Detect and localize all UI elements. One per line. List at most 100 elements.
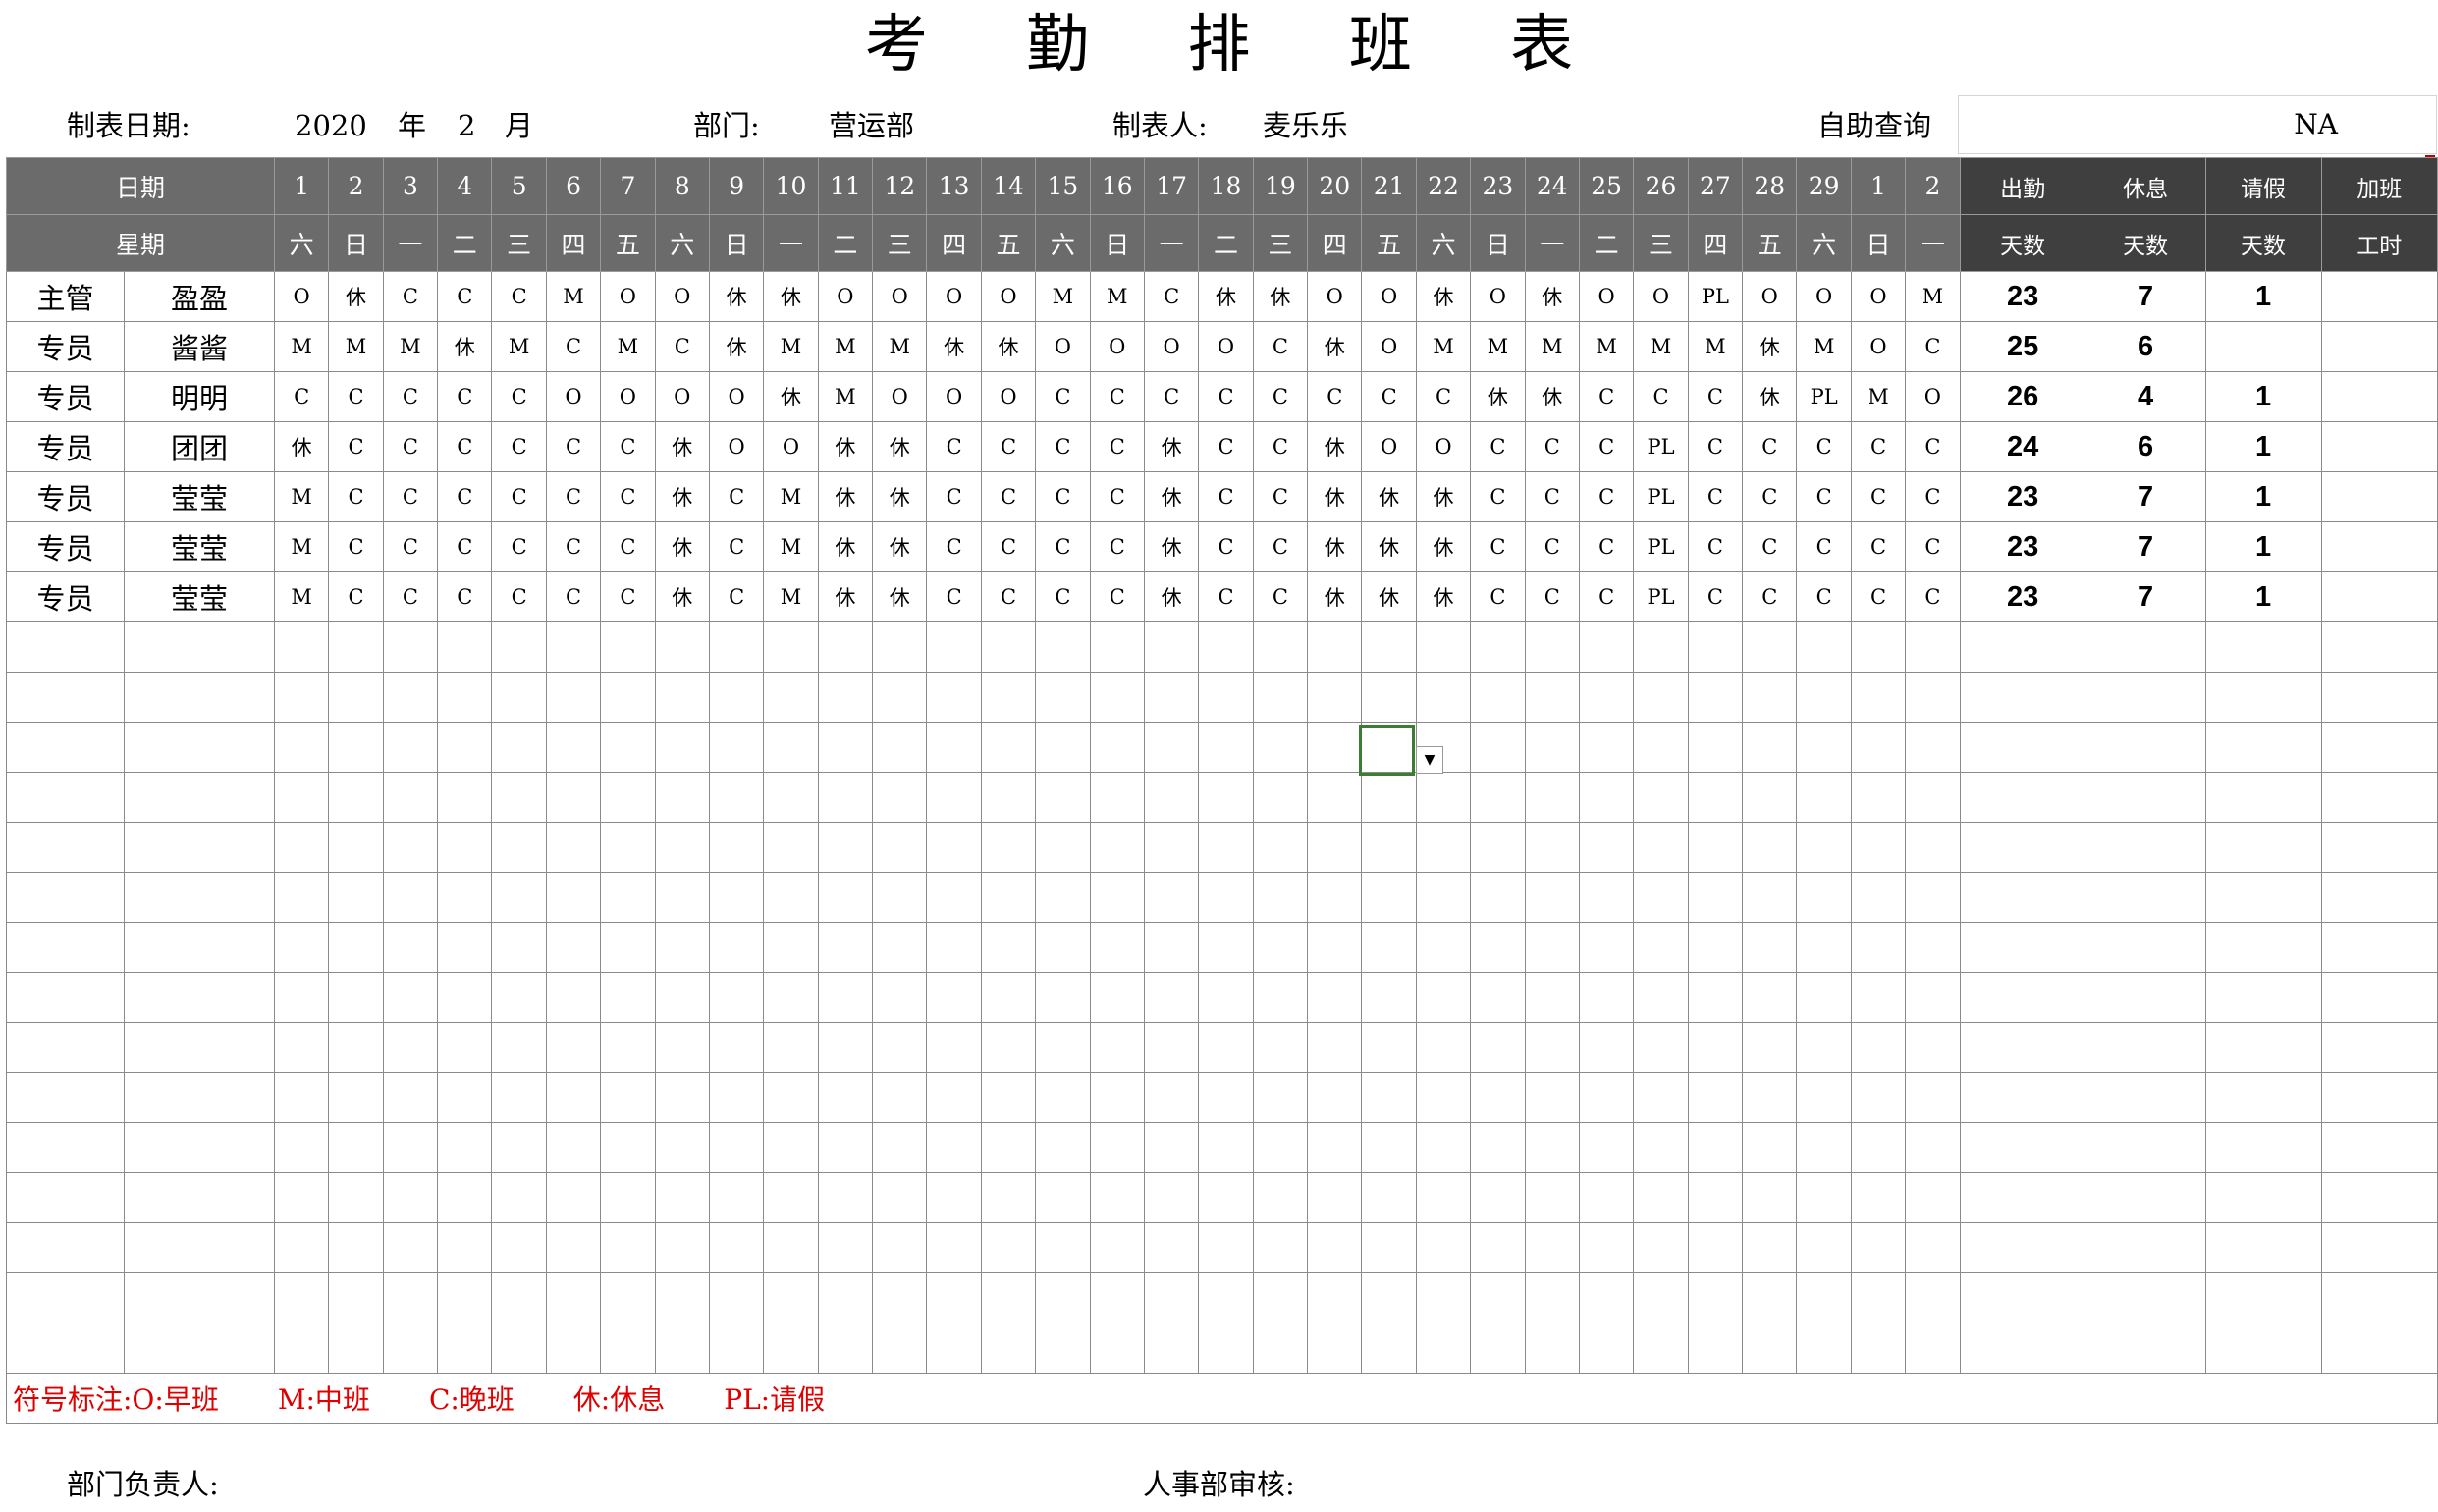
empty-cell[interactable]: [926, 1272, 982, 1323]
empty-cell[interactable]: [2320, 1072, 2438, 1123]
empty-cell[interactable]: [2204, 722, 2322, 773]
empty-cell[interactable]: [1959, 722, 2086, 773]
empty-cell[interactable]: [437, 621, 493, 673]
employee-role[interactable]: 专员: [6, 371, 125, 422]
empty-cell[interactable]: [491, 922, 547, 973]
empty-cell[interactable]: [1850, 1122, 1907, 1173]
empty-cell[interactable]: [1850, 1272, 1907, 1323]
empty-cell[interactable]: [1252, 922, 1309, 973]
empty-cell[interactable]: [328, 1172, 384, 1223]
shift-cell[interactable]: O: [1143, 321, 1200, 372]
empty-cell[interactable]: [328, 822, 384, 873]
empty-cell[interactable]: [1198, 822, 1254, 873]
empty-cell[interactable]: [926, 972, 982, 1023]
empty-cell[interactable]: [2204, 822, 2322, 873]
shift-cell[interactable]: 休: [1415, 571, 1472, 622]
shift-cell[interactable]: C: [1687, 521, 1744, 572]
empty-cell[interactable]: [273, 972, 330, 1023]
empty-cell[interactable]: [926, 872, 982, 923]
empty-cell[interactable]: [1035, 922, 1091, 973]
empty-cell[interactable]: [817, 621, 874, 673]
shift-cell[interactable]: C: [1470, 471, 1526, 522]
empty-cell[interactable]: [2204, 1172, 2322, 1223]
empty-cell[interactable]: [273, 1072, 330, 1123]
shift-cell[interactable]: 休: [1361, 571, 1417, 622]
empty-cell[interactable]: [1742, 621, 1798, 673]
empty-cell[interactable]: [763, 1172, 819, 1223]
shift-cell[interactable]: C: [545, 421, 602, 472]
shift-cell[interactable]: C: [437, 421, 493, 472]
empty-cell[interactable]: [1470, 1122, 1526, 1173]
employee-role[interactable]: 专员: [6, 421, 125, 472]
shift-cell[interactable]: C: [1796, 521, 1852, 572]
empty-cell[interactable]: [491, 772, 547, 823]
empty-cell[interactable]: [708, 672, 765, 723]
empty-cell[interactable]: [1905, 772, 1961, 823]
empty-cell[interactable]: [1307, 1272, 1363, 1323]
empty-cell[interactable]: [1850, 722, 1907, 773]
empty-cell[interactable]: [2204, 972, 2322, 1023]
empty-cell[interactable]: [1633, 1222, 1689, 1273]
empty-cell[interactable]: [1524, 972, 1580, 1023]
empty-cell[interactable]: [1252, 772, 1309, 823]
empty-cell[interactable]: [1796, 722, 1852, 773]
employee-name[interactable]: 莹莹: [123, 521, 275, 572]
empty-cell[interactable]: [872, 1122, 928, 1173]
shift-cell[interactable]: O: [980, 371, 1037, 422]
shift-cell[interactable]: 休: [1415, 521, 1472, 572]
empty-cell[interactable]: [600, 822, 656, 873]
empty-cell[interactable]: [1035, 1022, 1091, 1073]
empty-cell[interactable]: [1687, 1272, 1744, 1323]
empty-cell[interactable]: [817, 922, 874, 973]
empty-cell[interactable]: [1361, 972, 1417, 1023]
shift-cell[interactable]: C: [1198, 421, 1254, 472]
empty-cell[interactable]: [1252, 1172, 1309, 1223]
empty-cell[interactable]: [817, 722, 874, 773]
shift-cell[interactable]: O: [1578, 271, 1635, 322]
shift-cell[interactable]: C: [437, 371, 493, 422]
empty-cell[interactable]: [1470, 722, 1526, 773]
empty-cell[interactable]: [545, 822, 602, 873]
empty-cell[interactable]: [437, 672, 493, 723]
empty-cell[interactable]: [2320, 1222, 2438, 1273]
empty-cell[interactable]: [1252, 1272, 1309, 1323]
empty-cell[interactable]: [1633, 722, 1689, 773]
empty-cell[interactable]: [545, 621, 602, 673]
empty-cell[interactable]: [6, 1072, 125, 1123]
shift-cell[interactable]: C: [328, 521, 384, 572]
empty-cell[interactable]: [2085, 822, 2206, 873]
empty-cell[interactable]: [1578, 872, 1635, 923]
empty-cell[interactable]: [1524, 822, 1580, 873]
shift-cell[interactable]: 休: [1307, 521, 1363, 572]
rest-days[interactable]: 4: [2085, 371, 2206, 422]
empty-cell[interactable]: [1252, 672, 1309, 723]
shift-cell[interactable]: M: [1578, 321, 1635, 372]
empty-cell[interactable]: [1307, 822, 1363, 873]
shift-cell[interactable]: 休: [1415, 471, 1472, 522]
empty-cell[interactable]: [1198, 1122, 1254, 1173]
empty-cell[interactable]: [328, 1072, 384, 1123]
shift-cell[interactable]: C: [437, 471, 493, 522]
empty-cell[interactable]: [600, 972, 656, 1023]
empty-cell[interactable]: [2320, 672, 2438, 723]
empty-cell[interactable]: [926, 922, 982, 973]
empty-cell[interactable]: [1361, 822, 1417, 873]
shift-cell[interactable]: C: [1252, 321, 1309, 372]
empty-cell[interactable]: [980, 772, 1037, 823]
employee-name[interactable]: 莹莹: [123, 571, 275, 622]
empty-cell[interactable]: [437, 1272, 493, 1323]
empty-cell[interactable]: [6, 1272, 125, 1323]
employee-name[interactable]: 酱酱: [123, 321, 275, 372]
empty-cell[interactable]: [600, 1022, 656, 1073]
empty-cell[interactable]: [1415, 972, 1472, 1023]
empty-cell[interactable]: [1905, 1122, 1961, 1173]
empty-cell[interactable]: [1687, 1172, 1744, 1223]
shift-cell[interactable]: M: [1524, 321, 1580, 372]
shift-cell[interactable]: C: [545, 471, 602, 522]
empty-cell[interactable]: [2320, 1172, 2438, 1223]
empty-cell[interactable]: [273, 822, 330, 873]
empty-cell[interactable]: [491, 1323, 547, 1374]
empty-cell[interactable]: [1089, 1022, 1145, 1073]
shift-cell[interactable]: C: [1850, 571, 1907, 622]
empty-cell[interactable]: [1035, 1072, 1091, 1123]
